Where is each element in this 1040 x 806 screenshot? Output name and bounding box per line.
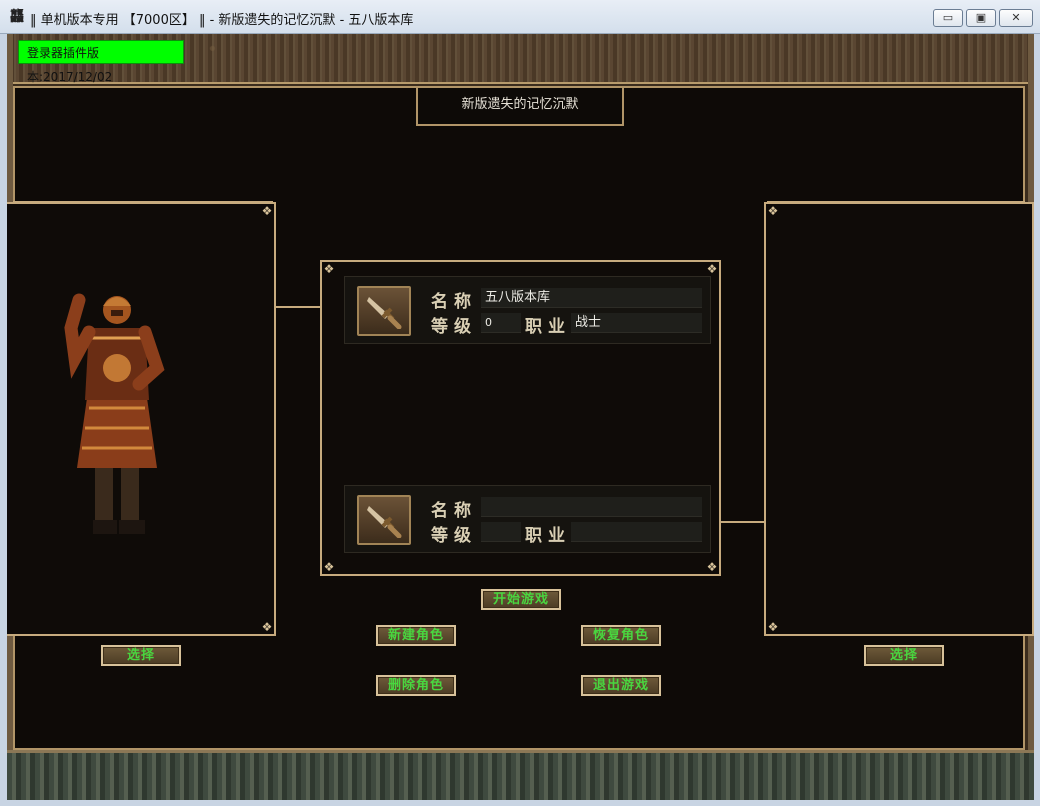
- slot1-name-label: 名称: [431, 292, 477, 312]
- close-button[interactable]: ✕: [999, 9, 1033, 27]
- select-left-button[interactable]: 选择: [101, 645, 181, 666]
- right-connector-line: [721, 521, 767, 523]
- minimize-button[interactable]: ▭: [933, 9, 963, 27]
- character-slot-2[interactable]: 名称 等级 职业: [344, 485, 711, 553]
- slot2-job-label: 职业: [525, 526, 571, 546]
- restore-role-button[interactable]: 恢复角色: [581, 625, 661, 646]
- slot1-name-value: 五八版本库: [481, 288, 702, 308]
- slot1-job-value: 战士: [571, 313, 702, 333]
- select-right-button[interactable]: 选择: [864, 645, 944, 666]
- warrior-character[interactable]: [57, 288, 177, 558]
- sword-icon: [357, 286, 411, 336]
- corner-ornament: ❖: [261, 620, 273, 634]
- window-titlebar: 龘 ‖ 单机版本专用 【7000区】 ‖ - 新版遗失的记忆沉默 - 五八版本库…: [0, 0, 1040, 34]
- new-role-button[interactable]: 新建角色: [376, 625, 456, 646]
- corner-ornament: ❖: [706, 262, 718, 276]
- slot1-job-label: 职业: [525, 317, 571, 337]
- exit-game-button[interactable]: 退出游戏: [581, 675, 661, 696]
- server-title: 新版遗失的记忆沉默: [416, 86, 624, 126]
- corner-ornament: ❖: [767, 620, 779, 634]
- slot2-name-value: [481, 497, 702, 517]
- slot1-level-value: 0: [481, 313, 521, 333]
- bottom-stone-band: [7, 750, 1034, 800]
- delete-role-button[interactable]: 删除角色: [376, 675, 456, 696]
- game-screen: 登录器插件版本:2017/12/02 新版遗失的记忆沉默 ❖ ❖ ❖ ❖ ❖ ❖…: [7, 34, 1034, 800]
- slot2-job-value: [571, 522, 702, 542]
- slot2-name-label: 名称: [431, 501, 477, 521]
- corner-ornament: ❖: [323, 262, 335, 276]
- slot2-level-label: 等级: [431, 526, 477, 546]
- corner-ornament: ❖: [261, 204, 273, 218]
- slot1-level-label: 等级: [431, 317, 477, 337]
- slot2-level-value: [481, 522, 521, 542]
- corner-ornament: ❖: [323, 560, 335, 574]
- left-character-frame[interactable]: ❖ ❖: [7, 202, 276, 636]
- maximize-button[interactable]: ▣: [966, 9, 996, 27]
- app-icon: 龘: [10, 9, 24, 25]
- start-game-button[interactable]: 开始游戏: [481, 589, 561, 610]
- left-connector-line: [276, 306, 320, 308]
- version-badge: 登录器插件版本:2017/12/02: [18, 40, 184, 84]
- corner-ornament: ❖: [767, 204, 779, 218]
- right-character-frame[interactable]: ❖ ❖: [764, 202, 1034, 636]
- character-slot-1[interactable]: 名称 五八版本库 等级 0 职业 战士: [344, 276, 711, 344]
- window-title: ‖ 单机版本专用 【7000区】 ‖ - 新版遗失的记忆沉默 - 五八版本库: [30, 13, 414, 28]
- corner-ornament: ❖: [706, 560, 718, 574]
- sword-icon: [357, 495, 411, 545]
